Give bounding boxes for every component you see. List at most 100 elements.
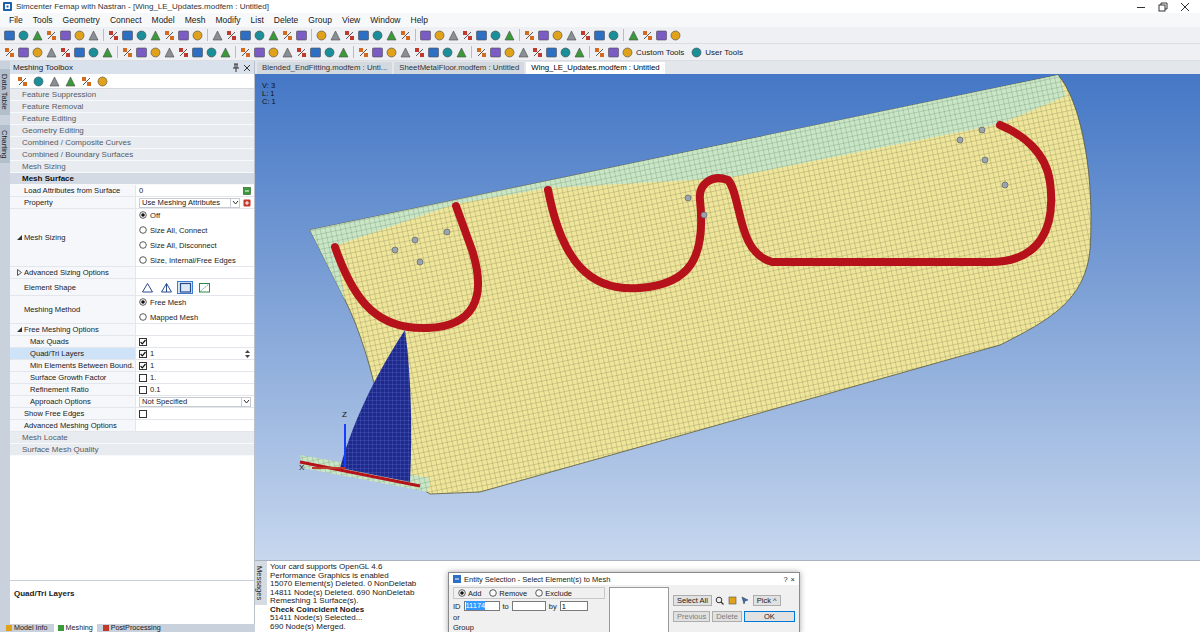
tool-icon[interactable] [537,29,550,42]
toolbox-section[interactable]: Geometry Editing [10,125,254,137]
tool-icon[interactable] [385,29,398,42]
to-field[interactable] [512,601,546,611]
property-field[interactable]: 0 [139,186,143,195]
highlight-icon[interactable] [728,596,737,605]
toolbox-section[interactable]: Combined / Composite Curves [10,137,254,149]
radio-button[interactable] [139,313,147,321]
tool-icon[interactable] [80,75,93,88]
checkbox[interactable] [139,338,147,346]
dropdown[interactable]: Use Meshing Attributes [139,198,240,208]
by-field[interactable] [560,601,588,611]
tool-icon[interactable] [16,75,29,88]
side-tab[interactable]: Data Table [0,69,10,115]
tool-icon[interactable] [191,29,204,42]
tool-icon[interactable] [371,46,384,59]
tool-icon[interactable] [205,46,218,59]
tool-icon[interactable] [239,46,252,59]
tool-icon[interactable] [475,29,488,42]
tool-icon[interactable] [59,46,72,59]
tool-icon[interactable] [641,29,654,42]
property-field[interactable]: 1 [150,361,154,370]
tool-icon[interactable] [177,29,190,42]
tool-icon[interactable] [267,46,280,59]
tool-icon[interactable] [455,46,468,59]
spinner-icon[interactable] [244,349,251,359]
expander[interactable] [15,326,23,334]
tool-icon[interactable] [225,29,238,42]
tool-icon[interactable] [73,46,86,59]
tool-icon[interactable] [357,46,370,59]
tool-icon[interactable] [371,29,384,42]
tri-mixed-shape-icon[interactable] [160,282,173,293]
toolbox-section[interactable]: Combined / Boundary Surfaces [10,149,254,161]
messages-tab[interactable]: Messages [255,561,267,605]
element-shape-button[interactable] [139,281,155,294]
toolbox-section[interactable]: Mesh Locate [10,432,254,444]
radio-button[interactable] [139,241,147,249]
expander[interactable] [15,234,23,242]
bottom-tab[interactable]: Meshing [54,624,97,632]
mode-option[interactable]: Exclude [535,589,572,598]
tool-icon[interactable] [489,46,502,59]
tool-icon[interactable] [517,46,530,59]
id-field[interactable]: 11174 [464,601,500,611]
tool-icon[interactable] [607,46,620,59]
quad-shape-icon[interactable] [179,282,192,293]
document-tab[interactable]: SheetMetalFloor.modfem : Untitled [394,62,524,74]
tool-icon[interactable] [48,75,61,88]
help-button[interactable]: ? [783,575,787,584]
toolbox-section[interactable]: Feature Removal [10,101,254,113]
radio-button[interactable] [139,211,147,219]
tool-icon[interactable] [565,29,578,42]
checkbox[interactable] [139,386,147,394]
menu-item[interactable]: Tools [33,15,53,25]
tool-icon[interactable] [163,46,176,59]
tool-icon[interactable] [149,46,162,59]
tool-icon[interactable] [329,29,342,42]
tool-icon[interactable] [3,46,16,59]
tool-icon[interactable] [337,46,350,59]
tool-icon[interactable] [135,29,148,42]
tool-icon[interactable] [579,29,592,42]
tool-icon[interactable] [295,46,308,59]
tool-icon[interactable] [655,29,668,42]
tool-icon[interactable] [461,29,474,42]
bottom-tab[interactable]: PostProcessing [99,624,165,632]
tool-icon[interactable] [475,46,488,59]
tool-icon[interactable] [87,29,100,42]
zoom-button[interactable] [714,595,725,606]
tool-icon[interactable] [323,46,336,59]
tool-icon[interactable] [309,46,322,59]
tool-icon[interactable] [531,46,544,59]
dialog-button[interactable]: Pick ^ [753,595,781,606]
mode-option[interactable]: Remove [489,589,527,598]
radio-option[interactable]: Mapped Mesh [139,311,251,323]
toolbox-section-active[interactable]: Mesh Surface [10,173,254,185]
tool-icon[interactable] [399,29,412,42]
radio-button[interactable] [139,226,147,234]
expander[interactable] [15,269,23,277]
tool-icon[interactable] [45,29,58,42]
tool-icon[interactable] [267,29,280,42]
expand-open-icon[interactable] [16,326,23,333]
element-shape-button[interactable] [196,281,212,294]
close-icon[interactable] [243,64,251,72]
tool-icon[interactable] [573,46,586,59]
property-group[interactable]: Free Meshing Options [10,324,254,336]
cursor-icon[interactable] [741,596,750,605]
menu-item[interactable]: Geometry [63,15,100,25]
tool-icon[interactable] [343,29,356,42]
tool-icon[interactable] [253,46,266,59]
tool-icon[interactable] [669,29,682,42]
menu-item[interactable]: View [342,15,360,25]
custom-tools-button[interactable]: Custom Tools [636,48,684,57]
toolbox-section[interactable]: Mesh Sizing [10,161,254,173]
load-attributes-icon[interactable] [243,187,251,195]
tool-icon[interactable] [385,46,398,59]
quad-mixed-shape-icon[interactable] [198,282,211,293]
tool-icon[interactable] [441,46,454,59]
tool-icon[interactable] [295,29,308,42]
highlight-button[interactable] [727,595,738,606]
element-shape-button[interactable] [158,281,174,294]
tool-icon[interactable] [59,29,72,42]
